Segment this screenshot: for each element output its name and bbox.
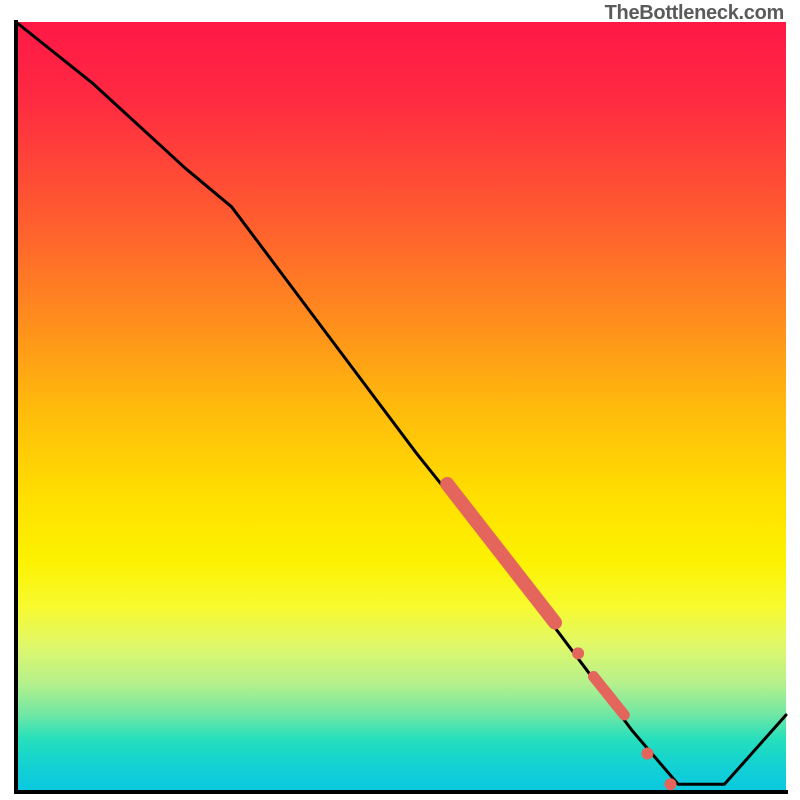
red-dot-1 bbox=[572, 647, 584, 659]
bottleneck-curve-line bbox=[16, 22, 786, 784]
red-dot-2 bbox=[641, 748, 653, 760]
red-short-segment bbox=[594, 677, 625, 716]
red-dot-3 bbox=[665, 778, 677, 790]
chart-overlay bbox=[0, 0, 800, 800]
chart-stage: TheBottleneck.com bbox=[0, 0, 800, 800]
thick-red-segment bbox=[447, 484, 555, 623]
watermark-text: TheBottleneck.com bbox=[605, 2, 784, 25]
